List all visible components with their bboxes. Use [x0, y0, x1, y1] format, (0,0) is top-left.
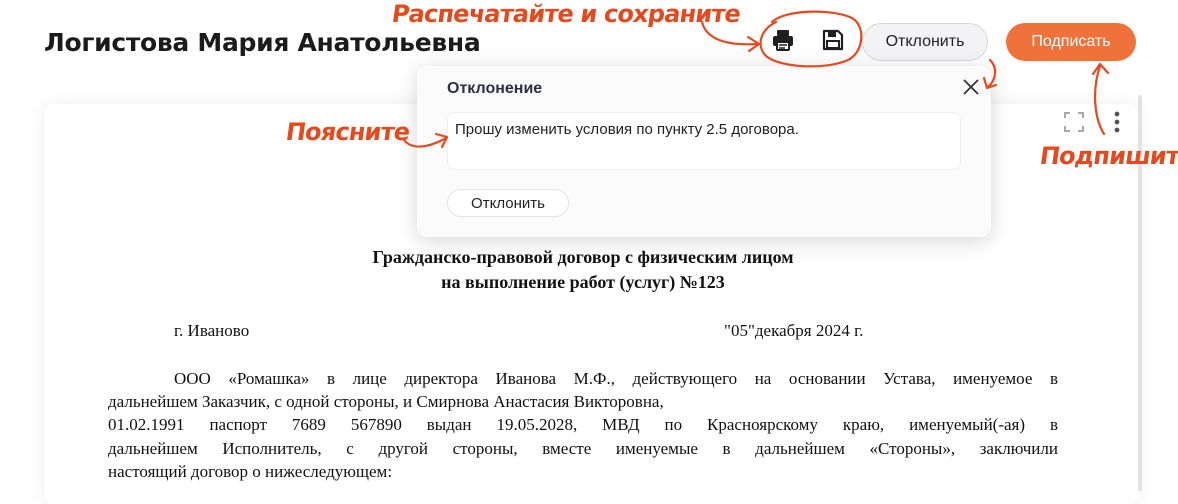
document-heading-line1: Гражданско-правовой договор с физическим… — [372, 247, 794, 267]
annotation-explain: Поясните — [284, 118, 412, 146]
document-paragraph-line: 01.02.1991 паспорт 7689 567890 выдан 19.… — [108, 415, 1058, 434]
sign-button[interactable]: Подписать — [1006, 23, 1136, 61]
document-heading-line2: на выполнение работ (услуг) №123 — [441, 272, 725, 292]
dialog-reject-button[interactable]: Отклонить — [447, 189, 569, 217]
reject-reason-textarea[interactable]: Прошу изменить условия по пункту 2.5 дог… — [447, 112, 961, 170]
document-paragraph-line: дальнейшем Исполнитель, с другой стороны… — [108, 439, 1058, 458]
fullscreen-button[interactable] — [1062, 110, 1086, 139]
more-options-button[interactable] — [1110, 110, 1124, 139]
print-save-group — [758, 18, 858, 62]
more-vertical-icon — [1114, 111, 1120, 133]
save-icon — [822, 29, 844, 51]
close-icon — [963, 79, 979, 95]
document-paragraph-line: настоящий договор о нижеследующем: — [108, 462, 393, 481]
dialog-close-button[interactable] — [961, 77, 981, 97]
save-button[interactable] — [816, 23, 850, 57]
print-button[interactable] — [766, 23, 800, 57]
page-title: Логистова Мария Анатольевна — [44, 28, 481, 57]
expand-icon — [1064, 112, 1084, 132]
dialog-title: Отклонение — [447, 80, 543, 97]
document-paragraph-line: дальнейшем Заказчик, с одной стороны, и … — [108, 392, 664, 411]
reject-dialog: Отклонение Прошу изменить условия по пун… — [417, 66, 991, 237]
document-city: г. Иваново — [174, 321, 250, 340]
document-date: "05"декабря 2024 г. — [724, 321, 864, 340]
print-icon — [773, 30, 793, 51]
annotation-sign: Подпишите — [1038, 142, 1178, 170]
annotation-print-save: Распечатайте и сохраните — [390, 0, 743, 28]
reject-button[interactable]: Отклонить — [862, 23, 988, 61]
document-paragraph-line: ООО «Ромашка» в лице директора Иванова М… — [174, 369, 1058, 388]
